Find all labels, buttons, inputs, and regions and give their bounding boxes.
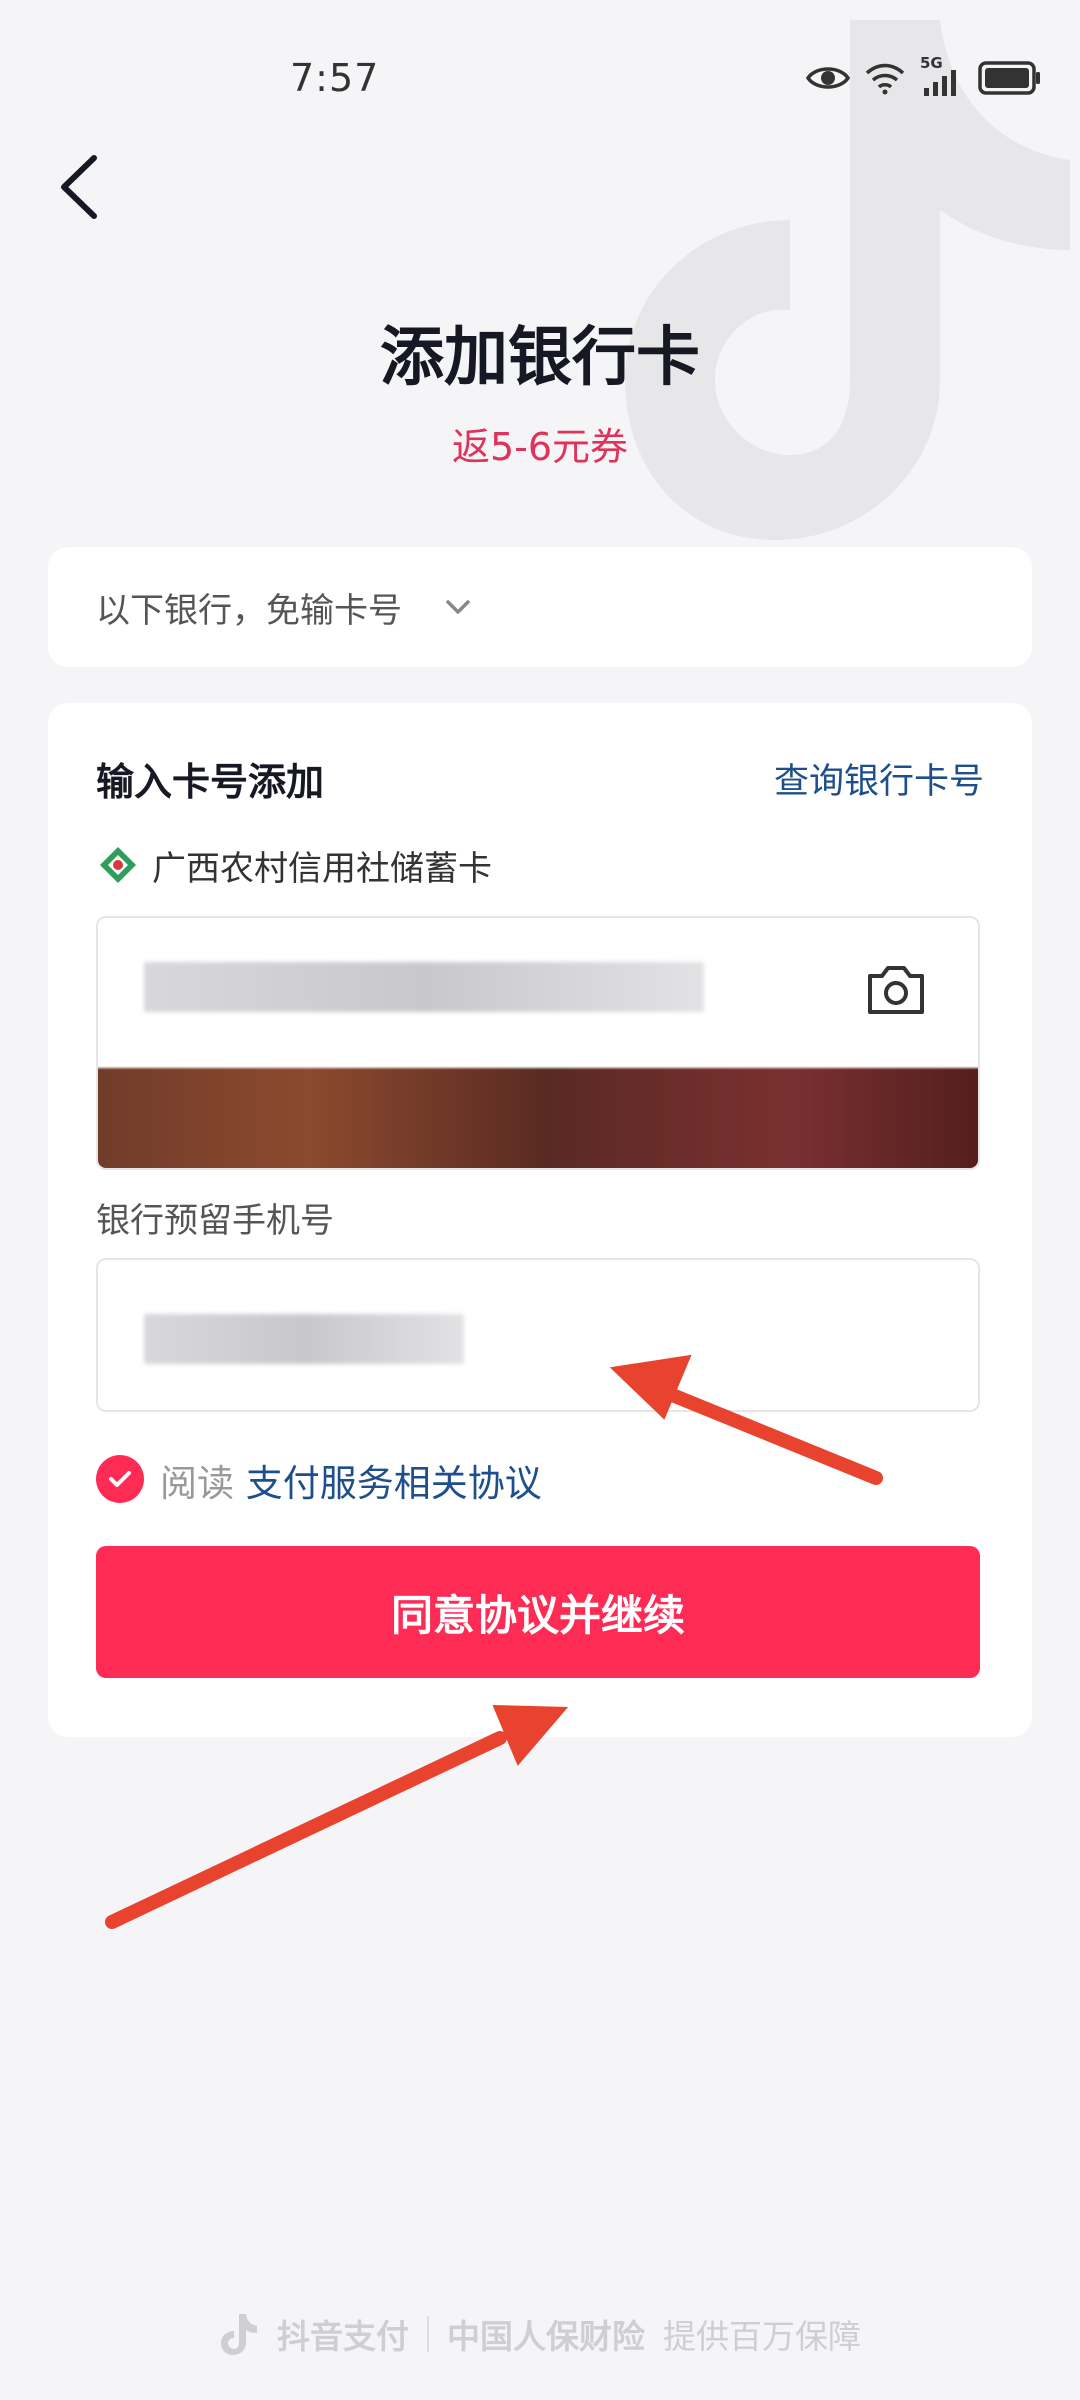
battery-icon [978,61,1040,95]
status-icons: 5G [806,54,1042,98]
agreement-link[interactable]: 支付服务相关协议 [246,1462,542,1505]
camera-icon[interactable] [864,962,928,1018]
footer-partner: 中国人保财险 [447,2317,645,2356]
card-number-input[interactable] [96,916,980,1170]
footer-divider [427,2316,429,2352]
check-icon [109,1471,131,1487]
phone-label: 银行预留手机号 [96,1201,334,1241]
phone-input[interactable] [96,1258,980,1412]
footer: 抖音支付 中国人保财险 提供百万保障 [0,2310,1080,2358]
bank-logo-icon [100,847,136,883]
eye-icon [806,67,850,89]
wifi-icon [865,63,905,95]
section-title: 输入卡号添加 [96,760,325,804]
bank-name: 广西农村信用社储蓄卡 [152,849,492,889]
lookup-card-number-link[interactable]: 查询银行卡号 [774,753,984,804]
signal-icon: 5G [920,54,964,98]
agreement-prefix: 阅读 [160,1462,234,1505]
footer-brand: 抖音支付 [277,2317,409,2356]
douyin-logo-icon [221,2314,257,2355]
card-entry-form: 输入卡号添加 查询银行卡号 广西农村信用社储蓄卡 银行预留手机号 阅读 支付服务… [48,703,1032,1737]
agree-and-continue-button[interactable]: 同意协议并继续 [96,1546,980,1678]
bank-select-dropdown[interactable]: 以下银行，免输卡号 [48,547,1032,667]
back-icon[interactable] [56,152,104,222]
agreement-text: 阅读 支付服务相关协议 [160,1453,542,1507]
chevron-down-icon [446,600,470,614]
bank-select-label: 以下银行，免输卡号 [96,591,402,631]
redacted-block [98,1068,978,1168]
cashback-subtitle: 返5-6元券 [451,425,629,469]
status-time: 7:57 [290,56,380,100]
redacted-phone-number [144,1314,464,1364]
page-title: 添加银行卡 [380,321,700,395]
agree-checkbox[interactable] [96,1455,144,1503]
footer-tagline: 提供百万保障 [663,2317,861,2356]
redacted-card-number [144,962,704,1012]
